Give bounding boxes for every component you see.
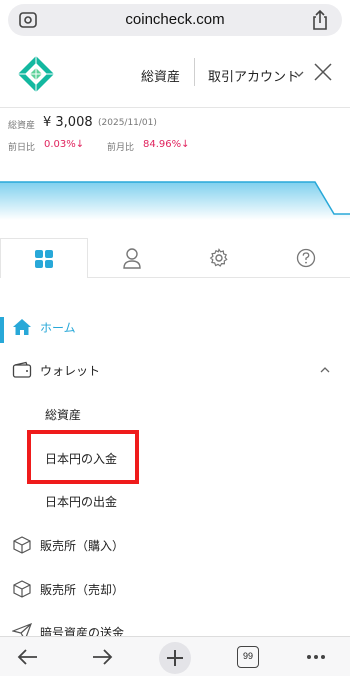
tab-profile[interactable] <box>88 238 175 278</box>
gear-icon <box>209 248 228 267</box>
browser-url-bar: coincheck.com <box>0 0 350 40</box>
coincheck-logo[interactable] <box>16 54 56 94</box>
browser-toolbar: 99 <box>0 636 350 676</box>
total-assets-label: 総資産 <box>8 121 36 131</box>
cube-icon <box>13 536 31 554</box>
share-icon[interactable] <box>310 9 330 31</box>
user-icon <box>122 248 141 269</box>
menu-item-sell[interactable]: 販売所（売却） <box>0 571 350 607</box>
menu-item-wallet[interactable]: ウォレット <box>0 352 350 388</box>
asset-chart <box>0 181 350 220</box>
nav-trading-account[interactable]: 取引アカウント <box>208 66 299 85</box>
day-change-value: 0.03%↓ <box>44 139 85 150</box>
grid-icon <box>35 249 53 268</box>
site-header: 総資産 取引アカウント <box>0 40 350 108</box>
send-icon <box>12 623 32 636</box>
menu-label-buy: 販売所（購入） <box>40 539 125 553</box>
day-change-label: 前日比 <box>8 143 36 153</box>
chevron-down-icon[interactable] <box>294 70 304 78</box>
asset-summary: 総資産 ¥ 3,008 (2025/11/01) 前日比 0.03%↓ 前月比 … <box>0 108 350 168</box>
month-change-value: 84.96%↓ <box>143 139 190 150</box>
month-change-label: 前月比 <box>107 143 135 153</box>
total-assets-value: ¥ 3,008 <box>43 115 93 130</box>
nav-divider <box>194 58 195 86</box>
menu-label-sell: 販売所（売却） <box>40 583 125 597</box>
url-text[interactable]: coincheck.com <box>8 11 342 28</box>
submenu-item-total-assets[interactable]: 総資産 <box>0 396 350 432</box>
menu-item-home[interactable]: ホーム <box>0 309 350 345</box>
tab-dashboard[interactable] <box>0 238 88 278</box>
chart-area <box>0 182 350 220</box>
menu-item-buy[interactable]: 販売所（購入） <box>0 527 350 563</box>
menu-label-wallet: ウォレット <box>40 364 101 378</box>
tab-help[interactable] <box>262 238 350 278</box>
submenu-label-total-assets: 総資産 <box>45 408 82 422</box>
menu-label-home: ホーム <box>40 321 76 335</box>
menu-label-send: 暗号資産の送金 <box>40 626 125 636</box>
back-icon[interactable] <box>16 645 40 669</box>
wallet-icon <box>12 361 32 378</box>
new-tab-button[interactable] <box>159 642 191 674</box>
submenu-label-jpy-withdraw: 日本円の出金 <box>45 495 118 509</box>
more-icon[interactable] <box>304 645 328 669</box>
chevron-up-icon[interactable] <box>320 366 330 374</box>
menu-item-send[interactable]: 暗号資産の送金 <box>0 614 350 636</box>
total-assets-date: (2025/11/01) <box>98 118 157 128</box>
menu-tabs <box>0 238 350 278</box>
help-icon <box>296 248 316 268</box>
tab-settings[interactable] <box>175 238 262 278</box>
forward-icon[interactable] <box>90 645 114 669</box>
close-icon[interactable] <box>313 62 333 82</box>
nav-total-assets[interactable]: 総資産 <box>141 66 180 85</box>
home-icon <box>13 319 31 335</box>
submenu-item-jpy-withdraw[interactable]: 日本円の出金 <box>0 483 350 519</box>
active-indicator <box>0 317 4 343</box>
address-field[interactable]: coincheck.com <box>8 4 342 36</box>
plus-icon <box>167 650 183 666</box>
tab-count-button[interactable]: 99 <box>237 646 259 668</box>
cube-icon <box>13 580 31 598</box>
highlight-box <box>27 430 139 484</box>
